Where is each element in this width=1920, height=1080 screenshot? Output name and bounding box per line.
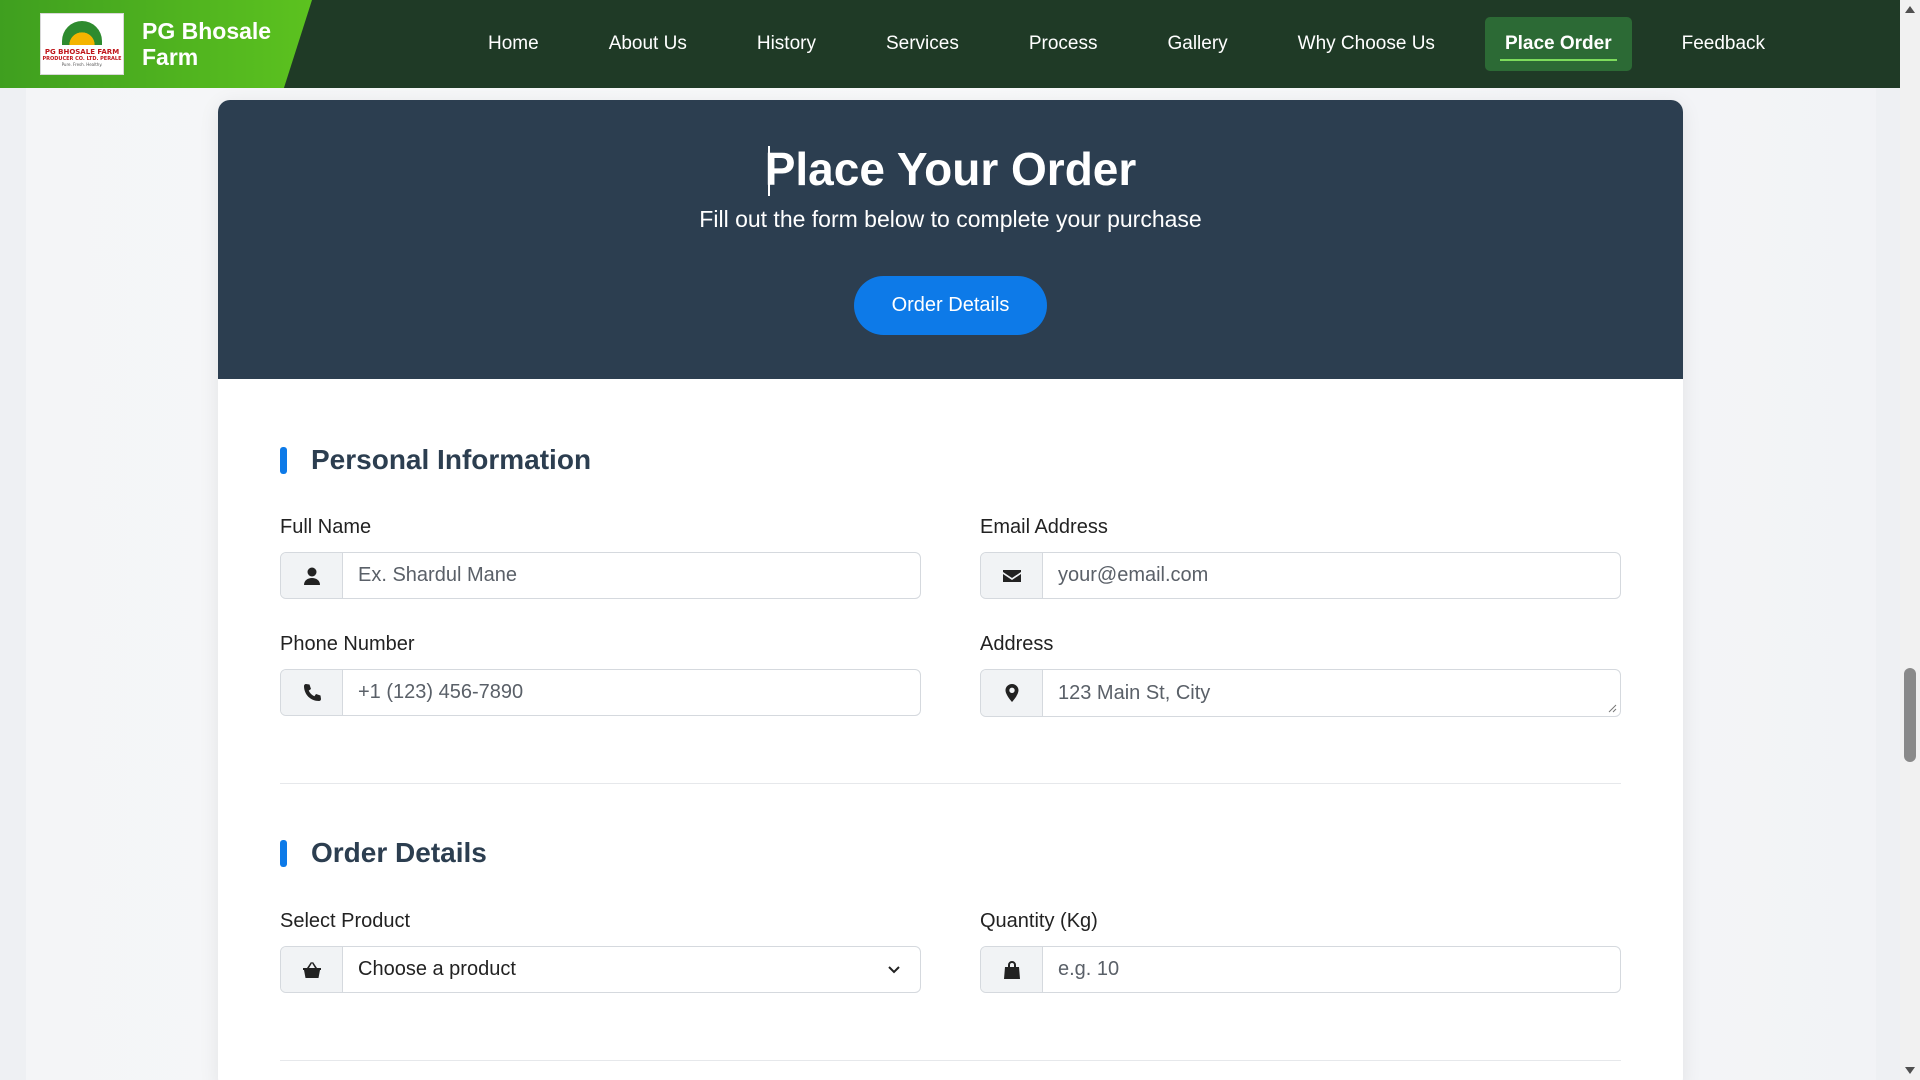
email-group <box>980 552 1621 599</box>
logo-sun-icon <box>62 20 102 45</box>
navbar: PG BHOSALE FARM PRODUCER CO. LTD. PERALE… <box>0 0 1900 88</box>
phone-label: Phone Number <box>280 633 415 655</box>
product-select-group: Choose a product <box>280 946 921 993</box>
quantity-group <box>980 946 1621 993</box>
envelope-icon <box>981 553 1043 598</box>
order-form-card: Place Your Order Fill out the form below… <box>218 100 1683 1080</box>
nav-gallery[interactable]: Gallery <box>1147 17 1247 71</box>
nav-services[interactable]: Services <box>866 17 979 71</box>
select-product-label: Select Product <box>280 910 411 932</box>
order-details-title: Order Details <box>311 837 487 868</box>
email-input[interactable] <box>1043 553 1620 598</box>
nav-about-us[interactable]: About Us <box>589 17 707 71</box>
personal-info-title: Personal Information <box>311 444 592 475</box>
full-name-group <box>280 552 921 599</box>
resize-handle-icon[interactable] <box>1608 704 1617 713</box>
section-accent-bar <box>280 446 287 474</box>
brand[interactable]: PG BHOSALE FARM PRODUCER CO. LTD. PERALE… <box>0 0 312 88</box>
nav-home[interactable]: Home <box>468 17 559 71</box>
map-marker-icon <box>981 670 1043 716</box>
phone-input[interactable] <box>343 670 920 715</box>
scroll-thumb[interactable] <box>1904 668 1916 762</box>
shopping-bag-icon <box>981 947 1043 992</box>
address-label: Address <box>980 633 1054 655</box>
email-label: Email Address <box>980 516 1108 538</box>
brand-name[interactable]: PG Bhosale Farm <box>142 18 292 70</box>
page-scrollbar[interactable] <box>1900 0 1920 1080</box>
order-details-heading: Order Details <box>280 837 487 869</box>
section-divider <box>280 783 1621 784</box>
order-details-button[interactable]: Order Details <box>854 276 1047 335</box>
phone-icon <box>281 670 343 715</box>
nav-history[interactable]: History <box>737 17 836 71</box>
personal-info-heading: Personal Information <box>280 444 591 476</box>
quantity-input[interactable] <box>1043 947 1620 992</box>
full-name-input[interactable] <box>343 553 920 598</box>
address-group <box>980 669 1621 717</box>
page-title: Place Your Order <box>764 143 1137 195</box>
nav-process[interactable]: Process <box>1009 17 1118 71</box>
nav-feedback[interactable]: Feedback <box>1662 17 1785 71</box>
chevron-down-icon <box>888 966 900 974</box>
user-icon <box>281 553 343 598</box>
address-input[interactable] <box>1043 670 1620 716</box>
quantity-label: Quantity (Kg) <box>980 910 1098 932</box>
nav-place-order[interactable]: Place Order <box>1484 17 1632 71</box>
scroll-up-icon[interactable] <box>1905 6 1915 13</box>
phone-group <box>280 669 921 716</box>
nav-why-choose-us[interactable]: Why Choose Us <box>1278 17 1455 71</box>
product-select[interactable]: Choose a product <box>343 947 920 992</box>
section-divider <box>280 1060 1621 1061</box>
shopping-basket-icon <box>281 947 343 992</box>
scroll-down-icon[interactable] <box>1905 1067 1915 1074</box>
logo-text-line3: Pure. Fresh. Healthy. <box>61 61 103 67</box>
nav-links: Home About Us History Services Process G… <box>468 17 1785 71</box>
full-name-label: Full Name <box>280 516 372 538</box>
section-accent-bar <box>280 839 287 867</box>
order-form-header: Place Your Order Fill out the form below… <box>218 100 1683 379</box>
page-subtitle: Fill out the form below to complete your… <box>699 206 1202 232</box>
brand-logo: PG BHOSALE FARM PRODUCER CO. LTD. PERALE… <box>40 13 124 75</box>
product-select-value: Choose a product <box>358 958 516 980</box>
logo-text-line1: PG BHOSALE FARM <box>44 47 120 56</box>
